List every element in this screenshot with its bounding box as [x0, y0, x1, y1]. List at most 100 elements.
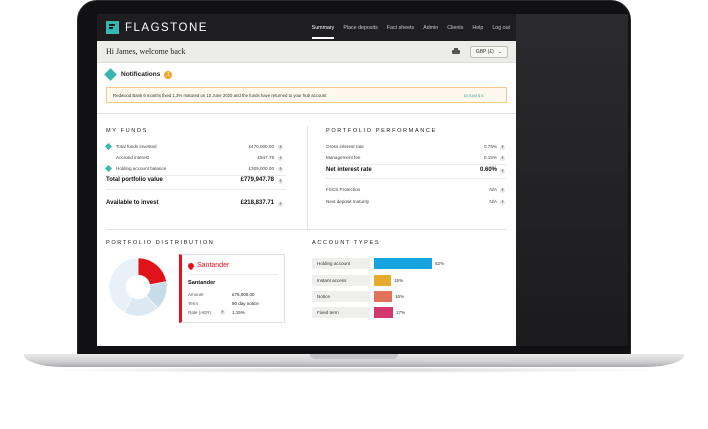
holding-value: £309,000.00 [248, 166, 274, 171]
donut-segment[interactable] [137, 257, 167, 286]
flagstone-logo-icon [106, 21, 119, 34]
screen-glare [516, 14, 628, 346]
account-type-pct: 52% [435, 261, 445, 266]
help-icon[interactable]: ? [500, 169, 505, 174]
accrued-value: £947.78 [257, 155, 274, 160]
nav-item-fact-sheets[interactable]: Fact sheets [387, 25, 414, 31]
welcome-message: Hi James, welcome back [106, 47, 186, 56]
help-icon[interactable]: ? [278, 145, 283, 150]
brand-logo[interactable]: FLAGSTONE [106, 21, 208, 34]
fscs-value: N/A [489, 187, 497, 192]
bank-detail-card[interactable]: Santander Santander Amount £75,000.00 Te… [179, 254, 285, 323]
perf-divider [326, 178, 507, 179]
portfolio-value-label: Total portfolio value [106, 177, 163, 183]
nav-item-summary[interactable]: Summary [311, 25, 334, 39]
available-label: Available to invest [106, 200, 159, 206]
account-type-pct: 16% [395, 294, 405, 299]
funds-divider [106, 175, 286, 176]
gross-value: 0.75% [483, 144, 497, 149]
perf-row-gross: Gross interest rate [326, 144, 364, 149]
fscs-value-row: N/A [467, 187, 497, 192]
help-icon[interactable]: ? [500, 156, 505, 161]
nav-item-log-out[interactable]: Log out [492, 25, 510, 31]
account-type-label: Instant access [312, 275, 370, 286]
fee-label: Management fee [326, 155, 361, 160]
next-maturity-value: N/A [489, 199, 497, 204]
funds-divider [106, 189, 286, 190]
app-screen: FLAGSTONE Summary Place deposits Fact sh… [97, 14, 516, 346]
dismiss-link[interactable]: DISMISS [464, 93, 484, 98]
account-type-bar [374, 291, 392, 302]
bank-logo-text: Santander [197, 262, 230, 269]
funds-row-holding: Holding account balance [104, 164, 167, 173]
notifications-title: Notifications [121, 71, 161, 78]
help-icon[interactable]: ? [278, 167, 283, 172]
bank-name: Santander [188, 280, 216, 286]
nav-item-clients[interactable]: Clients [447, 25, 463, 31]
fee-value: 0.15% [483, 155, 497, 160]
help-icon[interactable]: ? [220, 310, 225, 315]
funds-row-accrued: Accrued interest [116, 155, 149, 160]
bank-logo: Santander [186, 261, 230, 270]
funds-row-total-invested: Total funds invested [104, 142, 157, 151]
account-type-pct: 15% [394, 278, 404, 283]
notification-icon [104, 68, 117, 81]
nav-item-help[interactable]: Help [472, 25, 483, 31]
section-divider [106, 229, 507, 230]
perf-divider [326, 164, 507, 165]
holding-value-row: £309,000.00 [237, 166, 274, 171]
fee-value-row: 0.15% [467, 155, 497, 160]
perf-row-net: Net interest rate [326, 167, 372, 173]
bank-rate-label: Rate (AER) [188, 310, 212, 315]
account-type-bar [374, 258, 432, 269]
chevron-down-icon: ⌄ [497, 48, 502, 55]
bank-card-divider [188, 274, 278, 275]
help-icon[interactable]: ? [278, 179, 283, 184]
bank-amount-label: Amount [188, 292, 204, 297]
notification-message: Redwood Bank 6 months fixed 1.3% matured… [113, 92, 327, 98]
column-divider [307, 126, 308, 230]
nav-item-admin[interactable]: Admin [423, 25, 438, 31]
funds-label: Total funds invested [116, 144, 157, 149]
bank-term-value: 90 day notice [232, 301, 259, 306]
funds-value-row: £470,000.00 [237, 144, 274, 149]
currency-value: GBP (£) [475, 48, 494, 55]
help-icon[interactable]: ? [500, 145, 505, 150]
account-type-label: Fixed term [312, 307, 370, 318]
laptop-notch [310, 354, 398, 359]
bank-amount-value: £75,000.00 [232, 292, 255, 297]
funds-value: £470,000.00 [248, 144, 274, 149]
available-value: £218,837.71 [240, 200, 274, 206]
net-value: 0.60% [479, 167, 497, 173]
currency-select[interactable]: GBP (£) ⌄ [469, 45, 508, 58]
holding-label: Holding account balance [116, 166, 167, 171]
accrued-value-row: £947.78 [237, 155, 274, 160]
gross-label: Gross interest rate [326, 144, 364, 149]
account-type-label: Notice [312, 291, 370, 302]
nav-item-place-deposits[interactable]: Place deposits [343, 25, 377, 31]
bank-rate-value: 1.15% [232, 310, 245, 315]
notification-item: Redwood Bank 6 months fixed 1.3% matured… [106, 87, 507, 103]
help-icon[interactable]: ? [500, 188, 505, 193]
perf-row-next-maturity: Next deposit maturity [326, 199, 369, 204]
help-icon[interactable]: ? [500, 200, 505, 205]
holding-diamond-icon [104, 164, 113, 173]
net-label: Net interest rate [326, 167, 372, 173]
fscs-label: FSCS Protection [326, 187, 361, 192]
notifications-panel: Notifications 1 Redwood Bank 6 months fi… [97, 64, 516, 114]
help-icon[interactable]: ? [278, 156, 283, 161]
portfolio-value: £779,947.78 [240, 177, 274, 183]
net-value-row: 0.60% [467, 167, 497, 173]
print-icon[interactable] [451, 48, 460, 55]
portfolio-value-row: £779,947.78 [227, 177, 274, 183]
available-value-row: £218,837.71 [227, 200, 274, 206]
performance-title: PORTFOLIO PERFORMANCE [326, 128, 437, 134]
perf-row-fscs: FSCS Protection [326, 187, 360, 192]
santander-flame-icon [186, 261, 196, 270]
account-type-pct: 17% [396, 310, 406, 315]
bank-term-label: Term [188, 301, 198, 306]
help-icon[interactable]: ? [278, 202, 283, 207]
nav-items: Summary Place deposits Fact sheets Admin… [303, 25, 510, 39]
brand-name: FLAGSTONE [125, 21, 208, 34]
funds-row-portfolio-value: Total portfolio value [106, 177, 163, 183]
